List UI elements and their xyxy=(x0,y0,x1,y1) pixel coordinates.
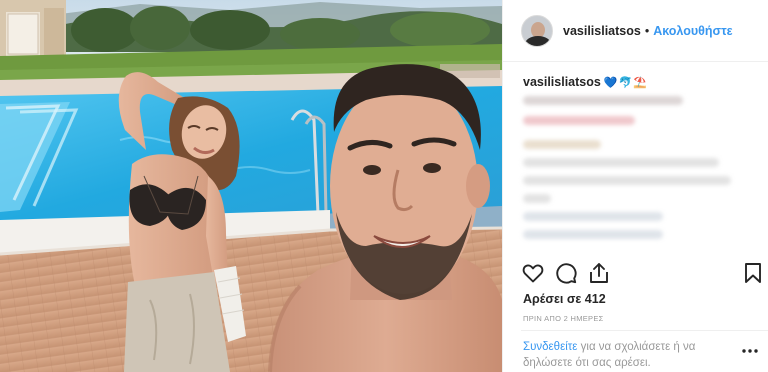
post-header: vasilisliatsos • Ακολουθήστε xyxy=(503,0,768,62)
divider xyxy=(521,330,768,331)
post-side-panel: vasilisliatsos • Ακολουθήστε vasilisliat… xyxy=(502,0,768,372)
caption-username[interactable]: vasilisliatsos xyxy=(523,75,601,89)
follow-button[interactable]: Ακολουθήστε xyxy=(653,24,732,38)
share-icon[interactable] xyxy=(587,261,611,285)
more-options-icon[interactable] xyxy=(741,348,759,354)
comment-icon[interactable] xyxy=(554,261,578,285)
separator-dot: • xyxy=(644,23,650,38)
likes-count[interactable]: Αρέσει σε 412 xyxy=(523,292,606,306)
post-timestamp: ΠΡΙΝ ΑΠΟ 2 ΗΜΕΡΕΣ xyxy=(523,314,604,323)
avatar[interactable] xyxy=(521,14,553,47)
post-photo[interactable] xyxy=(0,0,502,372)
bookmark-icon[interactable] xyxy=(741,261,765,285)
caption-emoji: 💙🐬⛱️ xyxy=(603,76,648,89)
login-prompt: Συνδεθείτε για να σχολιάσετε ή να δηλώσε… xyxy=(523,339,733,371)
username-link[interactable]: vasilisliatsos xyxy=(563,24,641,38)
heart-icon[interactable] xyxy=(521,261,545,285)
caption: vasilisliatsos 💙🐬⛱️ xyxy=(523,75,753,89)
post-actions xyxy=(503,255,768,291)
pool-selfie-image xyxy=(0,0,502,372)
login-link[interactable]: Συνδεθείτε xyxy=(523,341,577,353)
